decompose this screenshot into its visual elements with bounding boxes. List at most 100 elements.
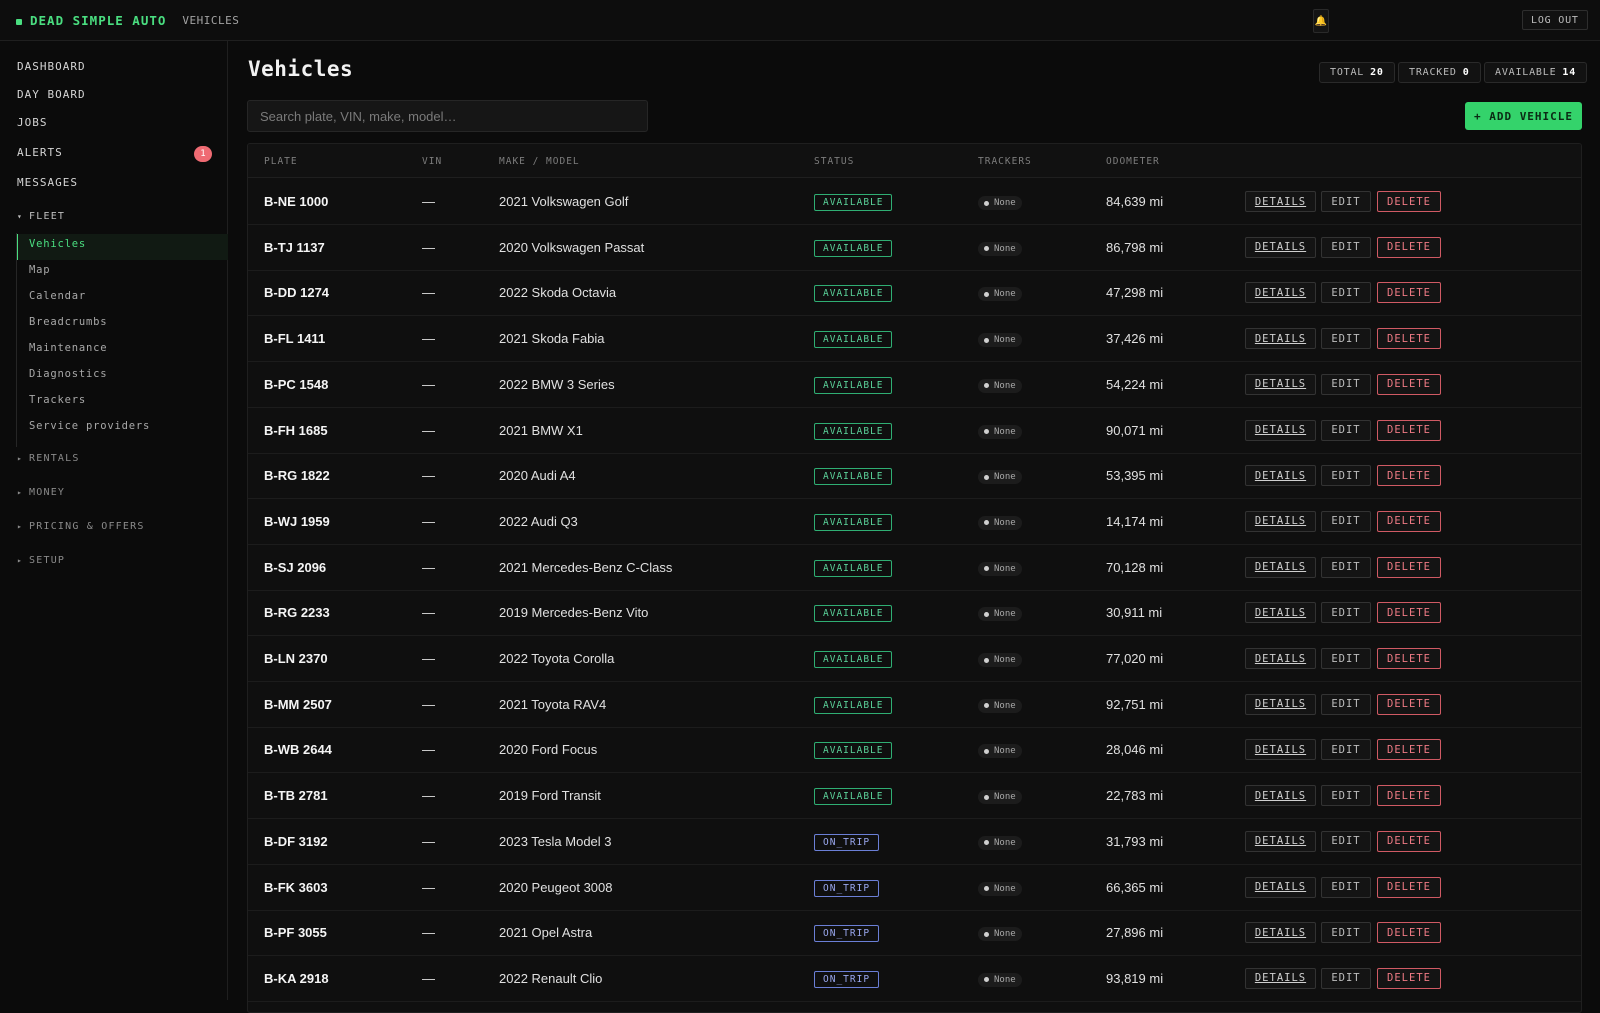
details-button[interactable]: DETAILS	[1245, 510, 1316, 532]
edit-button[interactable]: EDIT	[1321, 785, 1371, 807]
details-button[interactable]: DETAILS	[1245, 465, 1316, 487]
column-header-vin[interactable]: VIN	[422, 156, 442, 167]
sidebar-item-messages[interactable]: MESSAGES	[17, 176, 78, 189]
details-button[interactable]: DETAILS	[1245, 830, 1316, 852]
edit-button[interactable]: EDIT	[1321, 648, 1371, 669]
delete-button[interactable]: DELETE	[1377, 967, 1441, 989]
sidebar-item-calendar[interactable]: Calendar	[29, 290, 86, 302]
table-row[interactable]: B-FH 1685 — 2021 BMW X1 AVAILABLE None 90,071…	[248, 408, 1581, 454]
delete-button[interactable]: DELETE	[1377, 876, 1441, 898]
sidebar-section-rentals[interactable]: ▸ RENTALS	[17, 453, 80, 464]
sidebar-section-setup[interactable]: ▸ SETUP	[17, 555, 65, 566]
edit-button[interactable]: EDIT	[1321, 191, 1371, 212]
table-row[interactable]: B-LN 2370 — 2022 Toyota Corolla AVAILABLE No…	[248, 636, 1581, 682]
sidebar-section-money[interactable]: ▸ MONEY	[17, 487, 65, 498]
details-button[interactable]: DETAILS	[1245, 967, 1316, 989]
edit-button[interactable]: EDIT	[1321, 236, 1371, 258]
table-row[interactable]: B-PF 3055 — 2021 Opel Astra ON_TRIP None 27,8…	[248, 910, 1581, 957]
edit-button[interactable]: EDIT	[1321, 602, 1371, 624]
delete-button[interactable]: DELETE	[1377, 510, 1441, 532]
table-row[interactable]: B-PC 1548 — 2022 BMW 3 Series AVAILABLE None…	[248, 362, 1581, 408]
edit-button[interactable]: EDIT	[1321, 876, 1371, 898]
add-vehicle-button[interactable]: + ADD VEHICLE	[1465, 102, 1582, 130]
delete-button[interactable]: DELETE	[1377, 465, 1441, 487]
delete-button[interactable]: DELETE	[1377, 830, 1441, 852]
details-button[interactable]: DETAILS	[1245, 602, 1316, 624]
edit-button[interactable]: EDIT	[1321, 739, 1371, 761]
details-button[interactable]: DETAILS	[1245, 785, 1316, 807]
table-row[interactable]: B-FL 1411 — 2021 Skoda Fabia AVAILABLE None 3…	[248, 316, 1581, 363]
delete-button[interactable]: DELETE	[1377, 922, 1441, 944]
details-button[interactable]: DETAILS	[1245, 236, 1316, 258]
details-button[interactable]: DETAILS	[1245, 648, 1316, 669]
sidebar-item-map[interactable]: Map	[29, 264, 50, 276]
details-button[interactable]: DETAILS	[1245, 556, 1316, 578]
details-button[interactable]: DETAILS	[1245, 419, 1316, 441]
sidebar-item-breadcrumbs[interactable]: Breadcrumbs	[29, 316, 107, 328]
sidebar-item-service-providers[interactable]: Service providers	[29, 420, 150, 432]
brand[interactable]: DEAD SIMPLE AUTO	[16, 13, 166, 28]
sidebar-section-fleet[interactable]: ▾ FLEET	[17, 211, 65, 222]
details-button[interactable]: DETAILS	[1245, 739, 1316, 761]
details-button[interactable]: DETAILS	[1245, 876, 1316, 898]
delete-button[interactable]: DELETE	[1377, 602, 1441, 624]
details-button[interactable]: DETAILS	[1245, 693, 1316, 715]
edit-button[interactable]: EDIT	[1321, 328, 1371, 350]
column-header-odometer[interactable]: ODOMETER	[1106, 156, 1160, 167]
delete-button[interactable]: DELETE	[1377, 739, 1441, 761]
table-row[interactable]: B-NE 1000 — 2021 Volkswagen Golf AVAILABLE N…	[248, 179, 1581, 225]
edit-button[interactable]: EDIT	[1321, 830, 1371, 852]
sidebar-item-jobs[interactable]: JOBS	[17, 116, 48, 129]
delete-button[interactable]: DELETE	[1377, 556, 1441, 578]
edit-button[interactable]: EDIT	[1321, 282, 1371, 304]
table-row[interactable]: B-FK 3603 — 2020 Peugeot 3008 ON_TRIP None 66…	[248, 865, 1581, 911]
sidebar-item-alerts[interactable]: ALERTS	[17, 146, 63, 159]
details-button[interactable]: DETAILS	[1245, 373, 1316, 395]
delete-button[interactable]: DELETE	[1377, 236, 1441, 258]
sidebar-item-maintenance[interactable]: Maintenance	[29, 342, 107, 354]
delete-button[interactable]: DELETE	[1377, 693, 1441, 715]
details-button[interactable]: DETAILS	[1245, 328, 1316, 350]
edit-button[interactable]: EDIT	[1321, 510, 1371, 532]
table-row[interactable]: B-RG 2233 — 2019 Mercedes-Benz Vito AVAILAB…	[248, 590, 1581, 637]
edit-button[interactable]: EDIT	[1321, 967, 1371, 989]
details-button[interactable]: DETAILS	[1245, 282, 1316, 304]
delete-button[interactable]: DELETE	[1377, 373, 1441, 395]
table-row[interactable]: B-SJ 2096 — 2021 Mercedes-Benz C-Class AVAI…	[248, 545, 1581, 591]
delete-button[interactable]: DELETE	[1377, 282, 1441, 304]
sidebar-item-diagnostics[interactable]: Diagnostics	[29, 368, 107, 380]
bell-icon[interactable]: 🔔	[1313, 9, 1329, 33]
delete-button[interactable]: DELETE	[1377, 328, 1441, 350]
table-row[interactable]: B-WJ 1959 — 2022 Audi Q3 AVAILABLE None 14,17…	[248, 499, 1581, 545]
logout-button[interactable]: LOG OUT	[1522, 10, 1588, 30]
edit-button[interactable]: EDIT	[1321, 922, 1371, 944]
delete-button[interactable]: DELETE	[1377, 648, 1441, 669]
column-header-plate[interactable]: PLATE	[264, 156, 298, 167]
sidebar-item-trackers[interactable]: Trackers	[29, 394, 86, 406]
delete-button[interactable]: DELETE	[1377, 419, 1441, 441]
delete-button[interactable]: DELETE	[1377, 191, 1441, 212]
column-header-status[interactable]: STATUS	[814, 156, 854, 167]
edit-button[interactable]: EDIT	[1321, 373, 1371, 395]
edit-button[interactable]: EDIT	[1321, 693, 1371, 715]
search-input[interactable]	[247, 100, 648, 132]
edit-button[interactable]: EDIT	[1321, 465, 1371, 487]
table-row[interactable]: B-RG 1822 — 2020 Audi A4 AVAILABLE None 53,39…	[248, 453, 1581, 500]
sidebar-item-vehicles[interactable]: Vehicles	[29, 238, 86, 250]
edit-button[interactable]: EDIT	[1321, 556, 1371, 578]
column-header-make-model[interactable]: MAKE / MODEL	[499, 156, 580, 167]
table-row[interactable]: B-TJ 1137 — 2020 Volkswagen Passat AVAILABL…	[248, 225, 1581, 271]
table-row[interactable]: B-TB 2781 — 2019 Ford Transit AVAILABLE None…	[248, 773, 1581, 820]
details-button[interactable]: DETAILS	[1245, 191, 1316, 212]
table-row[interactable]: B-KA 2918 — 2022 Renault Clio ON_TRIP None 93…	[248, 956, 1581, 1002]
details-button[interactable]: DETAILS	[1245, 922, 1316, 944]
delete-button[interactable]: DELETE	[1377, 785, 1441, 807]
table-row[interactable]: B-DD 1274 — 2022 Skoda Octavia AVAILABLE Non…	[248, 270, 1581, 317]
sidebar-item-day-board[interactable]: DAY BOARD	[17, 88, 86, 101]
table-row[interactable]: B-MM 2507 — 2021 Toyota RAV4 AVAILABLE None 9…	[248, 682, 1581, 728]
edit-button[interactable]: EDIT	[1321, 419, 1371, 441]
sidebar-section-pricing[interactable]: ▸ PRICING & OFFERS	[17, 521, 145, 532]
column-header-trackers[interactable]: TRACKERS	[978, 156, 1032, 167]
table-row[interactable]: B-DF 3192 — 2023 Tesla Model 3 ON_TRIP None 3…	[248, 819, 1581, 865]
table-row[interactable]: B-WB 2644 — 2020 Ford Focus AVAILABLE None 28…	[248, 727, 1581, 774]
